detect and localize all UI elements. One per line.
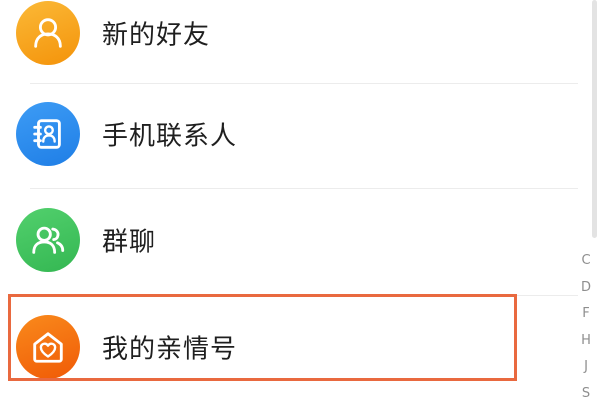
- phone-contacts-avatar: [16, 102, 80, 166]
- divider: [30, 188, 578, 189]
- highlight-box: [8, 294, 517, 381]
- alphabet-index[interactable]: C D F H J S: [578, 250, 594, 409]
- list-item-new-friends[interactable]: 新的好友: [0, 0, 578, 83]
- contact-book-icon: [29, 115, 67, 153]
- index-letter-d[interactable]: D: [581, 277, 591, 304]
- list-item-label: 群聊: [102, 222, 156, 259]
- index-letter-j[interactable]: J: [584, 356, 588, 383]
- group-chat-avatar: [16, 208, 80, 272]
- index-letter-s[interactable]: S: [582, 383, 590, 409]
- index-letter-f[interactable]: F: [582, 303, 589, 330]
- new-friends-avatar: [16, 1, 80, 65]
- list-item-group-chat[interactable]: 群聊: [0, 190, 578, 290]
- list-item-phone-contacts[interactable]: 手机联系人: [0, 84, 578, 184]
- list-item-label: 新的好友: [102, 15, 210, 52]
- list-item-label: 手机联系人: [102, 116, 237, 153]
- index-letter-c[interactable]: C: [581, 250, 590, 277]
- person-icon: [29, 14, 67, 52]
- index-letter-h[interactable]: H: [581, 330, 591, 357]
- group-icon: [29, 221, 67, 259]
- scrollbar[interactable]: [592, 0, 597, 238]
